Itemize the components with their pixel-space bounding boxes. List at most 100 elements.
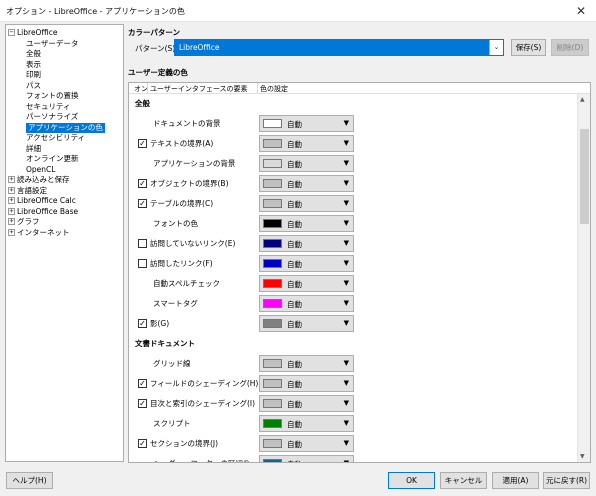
scroll-down-icon[interactable]: ▼	[580, 453, 585, 460]
element-checkbox[interactable]	[138, 239, 147, 248]
reset-button[interactable]: 元に戻す(R)	[543, 472, 590, 489]
color-row[interactable]: 自動スペルチェック 自動 ▼	[129, 274, 577, 294]
color-dropdown[interactable]: 自動 ▼	[259, 175, 354, 192]
color-dropdown[interactable]: 自動 ▼	[259, 455, 354, 462]
element-checkbox[interactable]: ✓	[138, 319, 147, 328]
tree-item[interactable]: オンライン更新	[26, 154, 79, 164]
collapse-icon[interactable]: −	[8, 29, 15, 36]
element-checkbox[interactable]: ✓	[138, 439, 147, 448]
color-dropdown[interactable]: 自動 ▼	[259, 295, 354, 312]
tree-item[interactable]: LibreOffice Base	[17, 207, 78, 217]
tree-item[interactable]: 言語設定	[17, 186, 47, 196]
column-element[interactable]: ユーザーインタフェースの要素	[150, 84, 248, 94]
color-row[interactable]: スクリプト 自動 ▼	[129, 414, 577, 434]
tree-item[interactable]: パス	[26, 81, 41, 91]
vertical-scrollbar[interactable]: ▲ ▼	[577, 94, 590, 462]
title-bar: オプション - LibreOffice - アプリケーションの色 ✕	[0, 0, 596, 22]
tree-item[interactable]: セキュリティ	[26, 102, 71, 112]
color-dropdown[interactable]: 自動 ▼	[259, 255, 354, 272]
color-row[interactable]: ✓ テーブルの境界(C) 自動 ▼	[129, 194, 577, 214]
tree-item[interactable]: アクセシビリティ	[26, 133, 85, 143]
color-row[interactable]: ヘッダー、フッターの区切り 自動 ▼	[129, 454, 577, 462]
color-swatch	[263, 219, 282, 228]
help-button[interactable]: ヘルプ(H)	[6, 472, 53, 489]
tree-item[interactable]: 表示	[26, 60, 41, 70]
tree-item[interactable]: LibreOffice	[17, 28, 57, 38]
expand-icon[interactable]: +	[8, 197, 15, 204]
tree-item[interactable]: 詳細	[26, 144, 41, 154]
dropdown-arrow-icon: ▼	[343, 219, 349, 227]
color-dropdown[interactable]: 自動 ▼	[259, 215, 354, 232]
color-value: 自動	[287, 440, 302, 449]
color-value: 自動	[287, 200, 302, 209]
tree-item[interactable]: グラフ	[17, 217, 40, 227]
color-row[interactable]: 訪問したリンク(F) 自動 ▼	[129, 254, 577, 274]
tree-item[interactable]: 全般	[26, 49, 41, 59]
tree-item[interactable]: パーソナライズ	[26, 112, 78, 122]
color-dropdown[interactable]: 自動 ▼	[259, 155, 354, 172]
color-row[interactable]: ✓ オブジェクトの境界(B) 自動 ▼	[129, 174, 577, 194]
close-icon[interactable]: ✕	[566, 0, 596, 22]
element-checkbox[interactable]: ✓	[138, 379, 147, 388]
column-color[interactable]: 色の設定	[260, 84, 288, 94]
dropdown-arrow-icon: ▼	[344, 459, 349, 462]
apply-button[interactable]: 適用(A)	[492, 472, 539, 489]
tree-item[interactable]: インターネット	[17, 228, 70, 238]
color-dropdown[interactable]: 自動 ▼	[259, 235, 354, 252]
color-row[interactable]: 訪問していないリンク(E) 自動 ▼	[129, 234, 577, 254]
tree-item[interactable]: アプリケーションの色	[26, 122, 105, 133]
element-label: アプリケーションの背景	[153, 159, 236, 168]
options-tree[interactable]: − LibreOffice ユーザーデータ 全般 表示 印刷 パス フォントの置換 セキュリティ…	[5, 24, 124, 462]
color-dropdown[interactable]: 自動 ▼	[259, 115, 354, 132]
color-row[interactable]: グリッド線 自動 ▼	[129, 354, 577, 374]
color-swatch	[263, 179, 282, 188]
color-row[interactable]: スマートタグ 自動 ▼	[129, 294, 577, 314]
color-row[interactable]: ✓ セクションの境界(J) 自動 ▼	[129, 434, 577, 454]
ok-button[interactable]: OK	[388, 472, 435, 489]
color-row[interactable]: ドキュメントの背景 自動 ▼	[129, 114, 577, 134]
tree-item[interactable]: フォントの置換	[26, 91, 79, 101]
delete-button[interactable]: 削除(D)	[551, 39, 589, 56]
tree-item[interactable]: 読み込みと保存	[17, 175, 70, 185]
element-checkbox[interactable]: ✓	[138, 139, 147, 148]
color-row[interactable]: ✓ 目次と索引のシェーディング(I) 自動 ▼	[129, 394, 577, 414]
color-row[interactable]: ✓ テキストの境界(A) 自動 ▼	[129, 134, 577, 154]
element-checkbox[interactable]: ✓	[138, 399, 147, 408]
scroll-up-icon[interactable]: ▲	[580, 96, 585, 103]
expand-icon[interactable]: +	[8, 186, 15, 194]
expand-icon[interactable]: +	[8, 228, 15, 236]
chevron-down-icon[interactable]: ⌄	[489, 40, 503, 55]
color-dropdown[interactable]: 自動 ▼	[259, 375, 354, 392]
scrollbar-thumb[interactable]	[580, 129, 589, 224]
color-dropdown[interactable]: 自動 ▼	[259, 315, 354, 332]
color-row[interactable]: フォントの色 自動 ▼	[129, 214, 577, 234]
tree-item[interactable]: ユーザーデータ	[26, 39, 78, 49]
cancel-button[interactable]: キャンセル	[440, 472, 487, 489]
color-row[interactable]: アプリケーションの背景 自動 ▼	[129, 154, 577, 174]
color-dropdown[interactable]: 自動 ▼	[259, 355, 354, 372]
color-dropdown[interactable]: 自動 ▼	[259, 435, 354, 452]
save-button[interactable]: 保存(S)	[511, 39, 546, 56]
color-list[interactable]: オン ユーザーインタフェースの要素 色の設定 全般 ドキュメントの背景 自動 ▼ ✓ テキ…	[128, 82, 591, 463]
element-checkbox[interactable]: ✓	[138, 199, 147, 208]
color-dropdown[interactable]: 自動 ▼	[259, 135, 354, 152]
color-dropdown[interactable]: 自動 ▼	[259, 195, 354, 212]
tree-item[interactable]: LibreOffice Calc	[17, 196, 76, 206]
scheme-dropdown[interactable]: LibreOffice ⌄	[174, 39, 504, 56]
color-dropdown[interactable]: 自動 ▼	[259, 395, 354, 412]
expand-icon[interactable]: +	[8, 207, 15, 215]
tree-item[interactable]: OpenCL	[26, 165, 55, 175]
color-dropdown[interactable]: 自動 ▼	[259, 415, 354, 432]
color-value: 自動	[287, 280, 302, 289]
color-row[interactable]: ✓ 影(G) 自動 ▼	[129, 314, 577, 334]
color-value: 自動	[287, 300, 302, 309]
element-checkbox[interactable]	[138, 259, 147, 268]
color-dropdown[interactable]: 自動 ▼	[259, 275, 354, 292]
column-on[interactable]: オン	[134, 84, 148, 94]
color-value: 自動	[287, 120, 302, 129]
element-checkbox[interactable]: ✓	[138, 179, 147, 188]
color-row[interactable]: ✓ フィールドのシェーディング(H) 自動 ▼	[129, 374, 577, 394]
expand-icon[interactable]: +	[8, 218, 15, 225]
tree-item[interactable]: 印刷	[26, 70, 41, 80]
expand-icon[interactable]: +	[8, 176, 15, 183]
